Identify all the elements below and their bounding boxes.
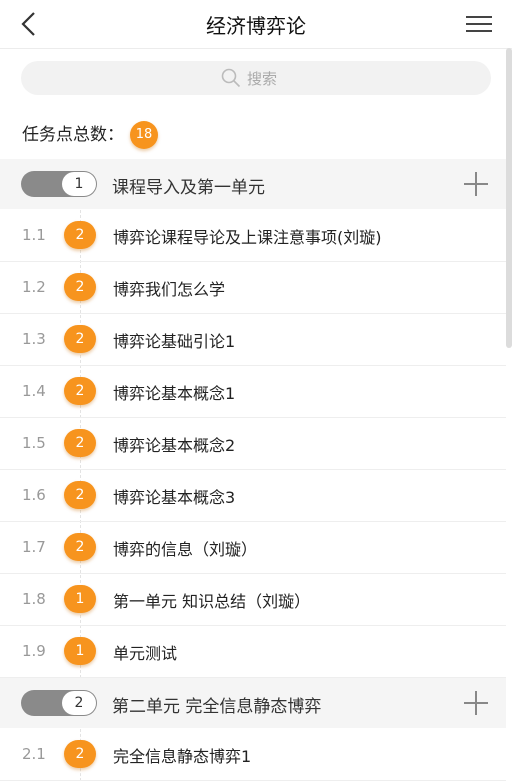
list-item[interactable]: 1.4 2 博弈论基本概念1 <box>0 366 506 418</box>
task-badge: 2 <box>64 481 96 509</box>
item-index: 1.3 <box>22 330 46 348</box>
scrollbar[interactable] <box>506 48 512 348</box>
page-title: 经济博弈论 <box>206 14 306 38</box>
task-count-label: 任务点总数： <box>22 125 124 145</box>
item-title: 博弈论基本概念2 <box>113 436 236 455</box>
item-index: 1.9 <box>22 642 46 660</box>
search-input[interactable]: 搜索 <box>21 61 491 95</box>
task-badge: 2 <box>64 533 96 561</box>
item-index: 1.4 <box>22 382 46 400</box>
list-item[interactable]: 1.5 2 博弈论基本概念2 <box>0 418 506 470</box>
task-badge: 2 <box>64 221 96 249</box>
item-index: 1.5 <box>22 434 46 452</box>
task-badge: 2 <box>64 740 96 768</box>
item-title: 博弈论课程导论及上课注意事项(刘璇) <box>113 228 382 247</box>
item-title: 单元测试 <box>113 644 178 663</box>
list-item[interactable]: 1.6 2 博弈论基本概念3 <box>0 470 506 522</box>
list-item[interactable]: 1.9 1 单元测试 <box>0 626 506 678</box>
item-index: 1.8 <box>22 590 46 608</box>
item-index: 1.2 <box>22 278 46 296</box>
task-badge: 2 <box>64 429 96 457</box>
list-item[interactable]: 1.3 2 博弈论基础引论1 <box>0 314 506 366</box>
plus-icon[interactable] <box>464 172 488 196</box>
search-icon <box>221 68 241 88</box>
item-index: 1.7 <box>22 538 46 556</box>
unit-title: 第二单元 完全信息静态博弈 <box>112 697 322 717</box>
plus-icon[interactable] <box>464 691 488 715</box>
task-badge: 2 <box>64 325 96 353</box>
unit-header[interactable]: 1 课程导入及第一单元 <box>0 159 506 209</box>
list-item[interactable]: 1.2 2 博弈我们怎么学 <box>0 262 506 314</box>
task-count: 任务点总数： 18 <box>22 120 158 149</box>
item-title: 博弈我们怎么学 <box>113 280 226 299</box>
unit-number: 2 <box>62 691 96 715</box>
unit-header[interactable]: 2 第二单元 完全信息静态博弈 <box>0 678 506 728</box>
unit-toggle[interactable]: 1 <box>21 171 97 197</box>
list-item[interactable]: 2.1 2 完全信息静态博弈1 <box>0 729 506 781</box>
task-count-badge: 18 <box>130 121 158 149</box>
item-index: 1.6 <box>22 486 46 504</box>
task-badge: 1 <box>64 585 96 613</box>
item-index: 2.1 <box>22 745 46 763</box>
app-header: 经济博弈论 <box>0 0 512 49</box>
item-title: 博弈论基本概念3 <box>113 488 236 507</box>
item-title: 博弈论基础引论1 <box>113 332 236 351</box>
item-title: 博弈的信息（刘璇） <box>113 540 258 559</box>
task-badge: 2 <box>64 273 96 301</box>
item-index: 1.1 <box>22 226 46 244</box>
task-badge: 2 <box>64 377 96 405</box>
item-title: 第一单元 知识总结（刘璇） <box>113 592 311 611</box>
task-badge: 1 <box>64 637 96 665</box>
list-item[interactable]: 1.8 1 第一单元 知识总结（刘璇） <box>0 574 506 626</box>
list-item[interactable]: 1.7 2 博弈的信息（刘璇） <box>0 522 506 574</box>
unit-number: 1 <box>62 172 96 196</box>
unit-toggle[interactable]: 2 <box>21 690 97 716</box>
item-title: 完全信息静态博弈1 <box>113 747 252 766</box>
list-item[interactable]: 1.1 2 博弈论课程导论及上课注意事项(刘璇) <box>0 210 506 262</box>
item-title: 博弈论基本概念1 <box>113 384 236 403</box>
search-placeholder: 搜索 <box>247 70 278 88</box>
unit-title: 课程导入及第一单元 <box>112 178 265 198</box>
hamburger-menu-icon[interactable] <box>466 12 494 36</box>
